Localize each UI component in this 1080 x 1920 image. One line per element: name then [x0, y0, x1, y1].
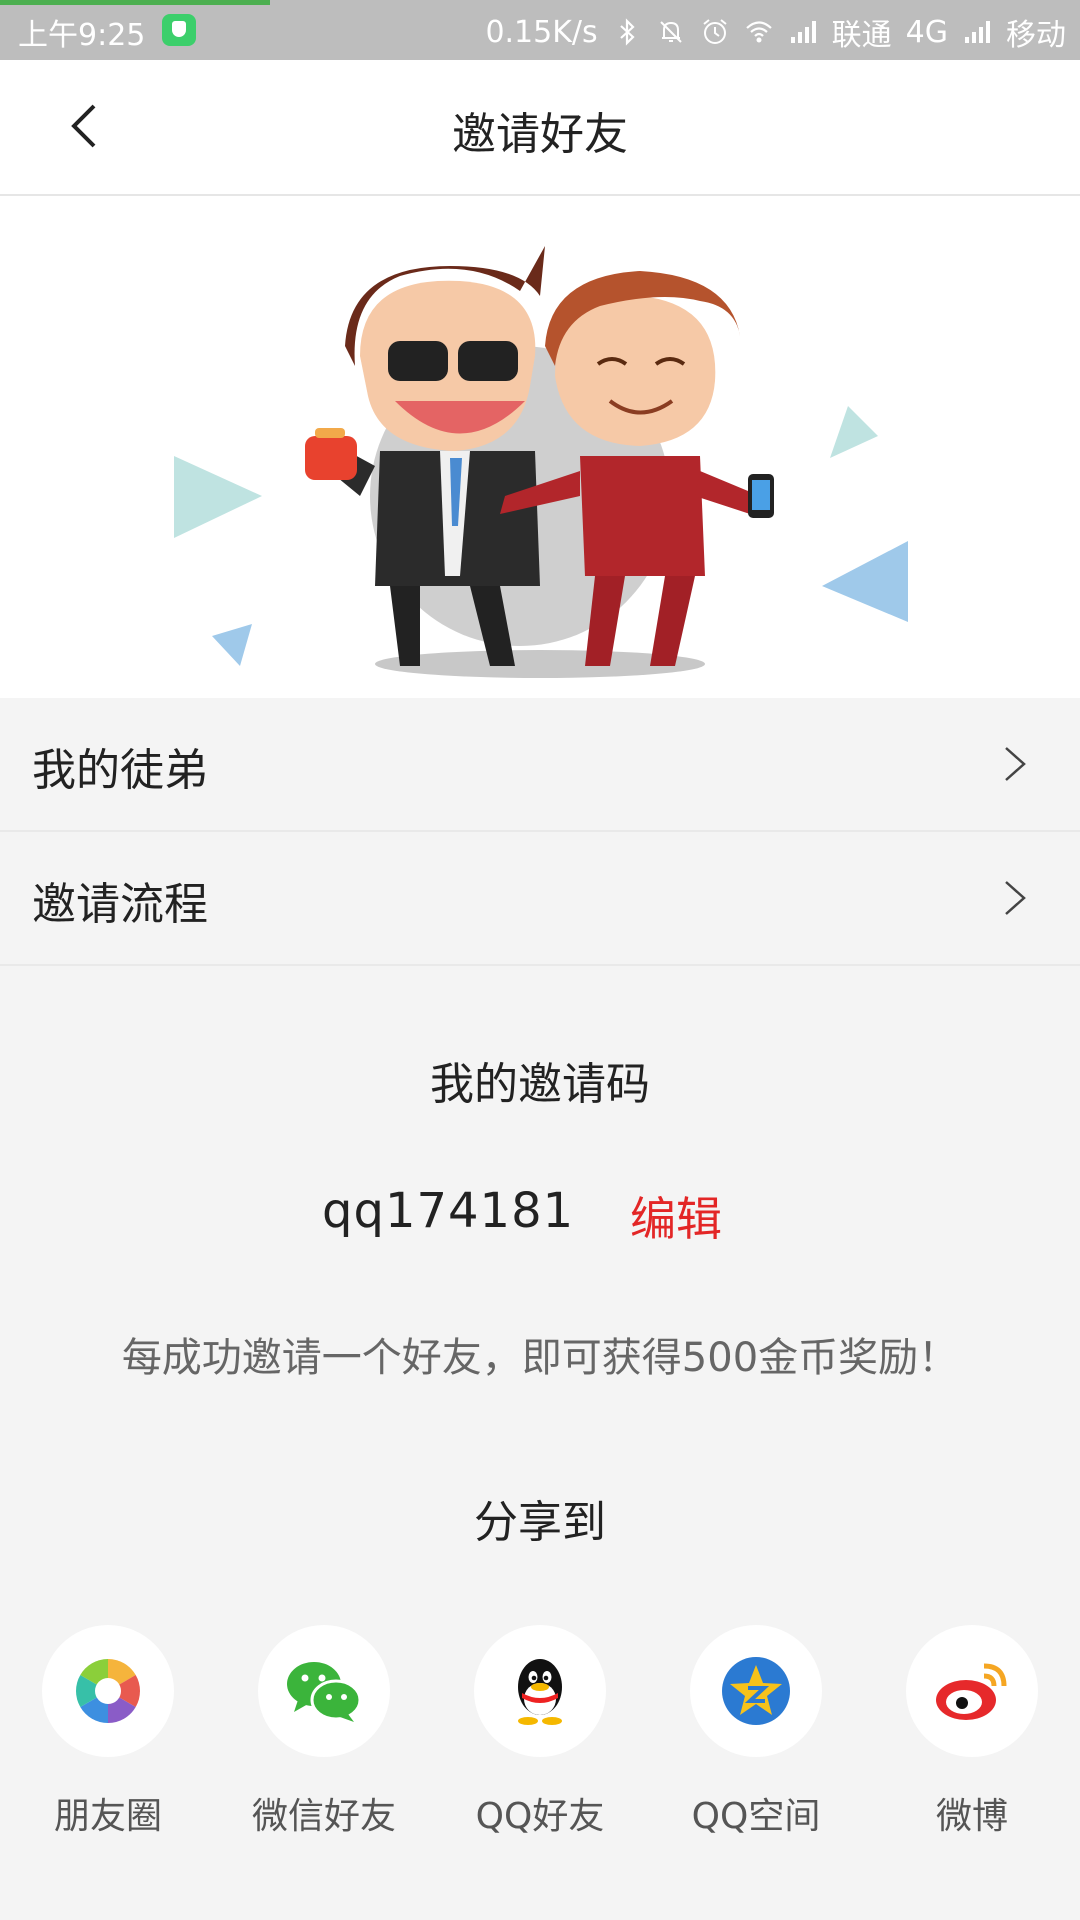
status-bar: 上午9:25 0.15K/s 联通 4G 移动: [0, 0, 1080, 60]
mute-bell-icon: [659, 21, 682, 43]
chevron-right-icon: [1005, 747, 1026, 781]
network-speed: 0.15K/s: [485, 14, 598, 50]
loading-progress: [0, 0, 270, 5]
qq-icon: [518, 1659, 562, 1725]
signal-icon: [965, 21, 990, 43]
share-moments[interactable]: 朋友圈: [8, 1625, 208, 1839]
bluetooth-icon: [619, 18, 635, 46]
decor-triangle: [830, 406, 878, 458]
carrier-2: 移动: [1006, 18, 1066, 53]
share-targets: 朋友圈 微信好友 QQ好友 QQ空间 微博: [0, 1625, 1080, 1837]
share-label: QQ空间: [691, 1796, 821, 1837]
share-qq[interactable]: QQ好友: [440, 1625, 640, 1839]
share-label: QQ好友: [475, 1796, 605, 1837]
share-label: 朋友圈: [53, 1796, 162, 1837]
friends-illustration: [174, 246, 908, 678]
signal-icon: [790, 21, 816, 43]
share-qzone[interactable]: QQ空间: [656, 1625, 856, 1839]
moments-icon: [76, 1659, 140, 1723]
share-label: 微博: [935, 1796, 1008, 1837]
carrier-1: 联通: [831, 18, 892, 53]
invite-code-title: 我的邀请码: [430, 1059, 650, 1110]
status-indicators: 0.15K/s 联通 4G 移动: [485, 10, 1066, 54]
alarm-icon: [703, 19, 727, 44]
share-icon-circle: [474, 1625, 606, 1757]
app-header: 邀请好友: [0, 60, 1080, 196]
share-wechat[interactable]: 微信好友: [224, 1625, 424, 1839]
menu-label: 邀请流程: [32, 879, 208, 930]
share-icon-circle: [690, 1625, 822, 1757]
status-time: 上午9:25: [18, 18, 146, 53]
decor-triangle: [174, 456, 262, 538]
menu-label: 我的徒弟: [32, 745, 208, 796]
edit-code-button[interactable]: 编辑: [630, 1183, 722, 1249]
menu-row-apprentices[interactable]: 我的徒弟: [0, 698, 1080, 832]
share-weibo[interactable]: 微博: [872, 1625, 1072, 1839]
decor-triangle: [212, 624, 252, 666]
menu-row-invite-process[interactable]: 邀请流程: [0, 832, 1080, 966]
network-type: 4G: [905, 14, 948, 50]
share-label: 微信好友: [251, 1796, 396, 1837]
decor-triangle: [822, 541, 908, 622]
page-title: 邀请好友: [452, 109, 628, 160]
reward-description: 每成功邀请一个好友，即可获得500金币奖励！: [121, 1335, 959, 1381]
security-shield-icon: [162, 14, 196, 46]
hero-banner: [0, 196, 1080, 698]
chevron-right-icon: [1005, 881, 1026, 915]
share-icon-circle: [906, 1625, 1038, 1757]
weibo-icon: [936, 1663, 1007, 1720]
share-icon-circle: [42, 1625, 174, 1757]
wifi-icon: [745, 21, 772, 43]
share-icon-circle: [258, 1625, 390, 1757]
wechat-icon: [287, 1662, 362, 1722]
share-title: 分享到: [474, 1497, 606, 1548]
invite-code-value: qq174181: [322, 1183, 575, 1239]
qzone-icon: [722, 1657, 790, 1725]
